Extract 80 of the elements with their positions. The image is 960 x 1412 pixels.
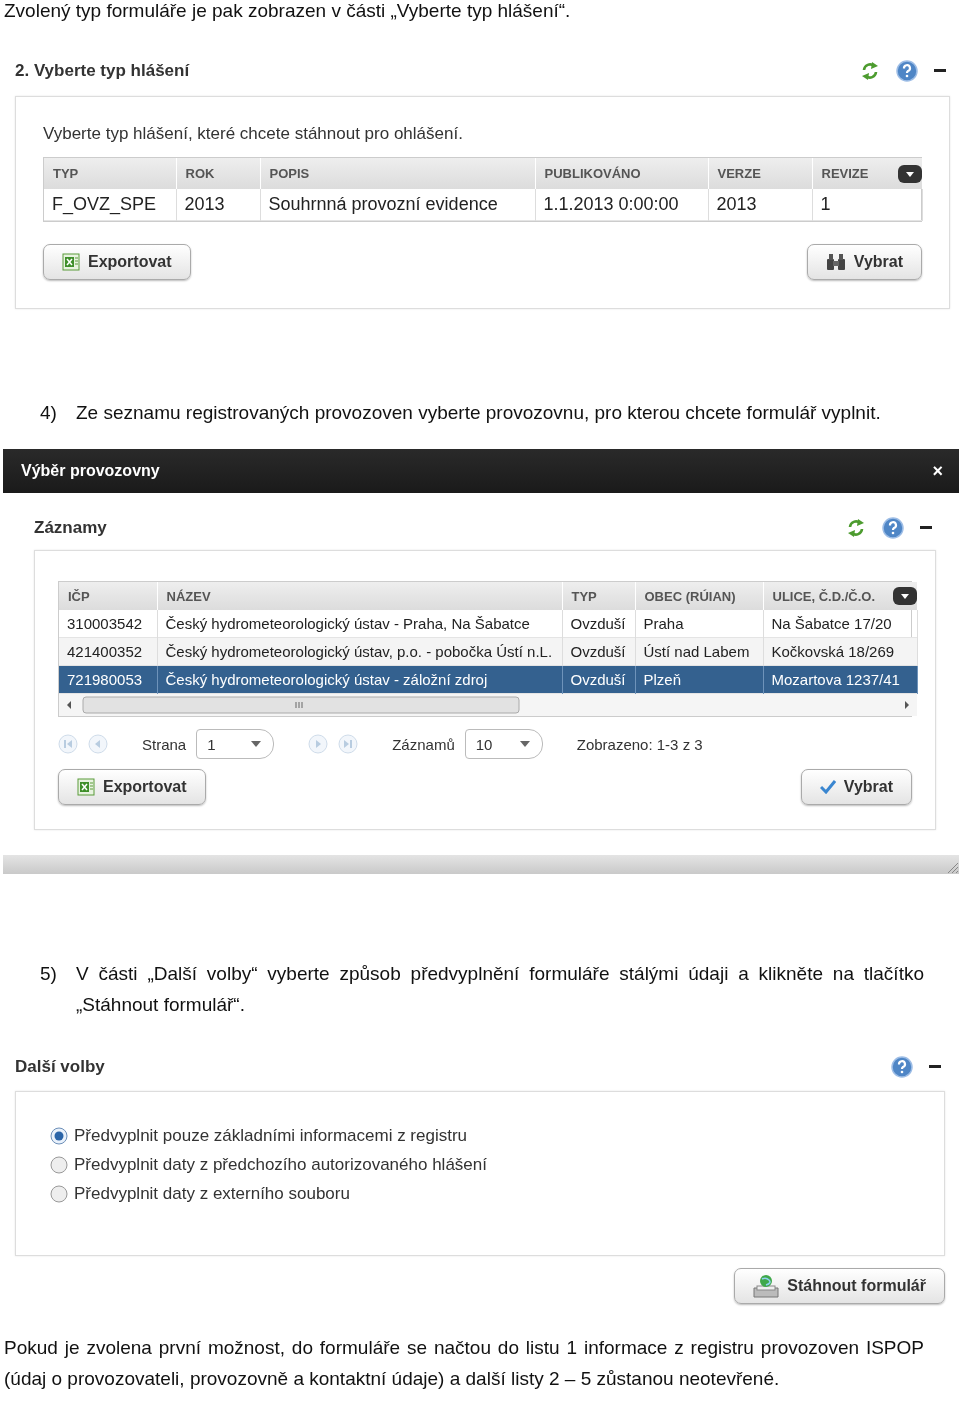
help-icon[interactable] [891, 1056, 913, 1078]
table-cell: Ovzduší [562, 610, 635, 638]
option-label[interactable]: Předvyplnit daty z externího souboru [74, 1183, 350, 1204]
table-cell: Ústí nad Labem [635, 637, 763, 666]
table-cell: Český hydrometeorologický ústav - Praha, Na Šabatce [157, 610, 562, 638]
table-cell: 1 [812, 189, 922, 221]
caret-icon [519, 741, 530, 747]
table-cell: 721980053 [59, 665, 157, 694]
table-cell: Mozartova 1237/41 [763, 665, 917, 694]
table-cell: 2013 [176, 189, 260, 221]
panel-description: Vyberte typ hlášení, které chcete stáhnout pro ohlášení. [43, 124, 464, 144]
caret-icon [251, 741, 262, 747]
column-header[interactable]: POPIS [269, 166, 310, 181]
pager-status: Zobrazeno: 1-3 z 3 [576, 735, 703, 753]
column-header[interactable]: TYP [53, 166, 79, 181]
select-button[interactable]: Vybrat [800, 769, 912, 805]
dialog-title: Výběr provozovny [21, 462, 160, 480]
table-cell: Praha [635, 610, 763, 638]
column-menu-icon[interactable] [892, 587, 917, 605]
close-button[interactable]: × [932, 460, 943, 482]
column-header[interactable]: VERZE [717, 166, 761, 181]
spreadsheet-icon [62, 253, 80, 271]
table-cell: Český hydrometeorologický ústav, p.o. - pobočka Ústí n.L. [157, 637, 562, 666]
radio-button[interactable] [50, 1184, 68, 1203]
panel-title: Další volby [15, 1057, 106, 1077]
binoculars-icon [825, 253, 846, 271]
table-cell: Na Šabatce 17/20 [763, 610, 917, 638]
table-cell: Ovzduší [562, 665, 635, 694]
resize-grip-icon[interactable] [945, 860, 959, 874]
pager-label: Záznamů [392, 735, 455, 753]
minimize-icon[interactable] [934, 69, 946, 73]
refresh-icon[interactable] [846, 518, 866, 538]
table-cell: F_OVZ_SPE [44, 189, 176, 221]
column-header[interactable]: IČP [68, 588, 90, 604]
table-cell: Plzeň [635, 665, 763, 694]
table-cell: Souhrnná provozní evidence [260, 189, 535, 221]
pager-label: Strana [142, 735, 187, 753]
horizontal-scrollbar[interactable] [59, 694, 917, 716]
option-label[interactable]: Předvyplnit daty z předchozího autorizovaného hlášení [74, 1154, 487, 1175]
dropdown-field[interactable]: 1 [196, 729, 275, 759]
list-number: 4) [40, 401, 58, 425]
table-cell: Ovzduší [562, 637, 635, 666]
table-cell: 421400352 [59, 637, 157, 666]
radio-button[interactable] [50, 1126, 68, 1145]
option-label[interactable]: Předvyplnit pouze základními informacemi z registru [74, 1125, 468, 1146]
table-cell: 2013 [708, 189, 812, 221]
panel-title: Záznamy [34, 518, 108, 538]
help-icon[interactable] [896, 60, 918, 82]
radio-button[interactable] [50, 1155, 68, 1174]
column-header[interactable]: PUBLIKOVÁNO [544, 166, 641, 181]
table-cell: 1.1.2013 0:00:00 [535, 189, 708, 221]
table-cell: 310003542 [59, 610, 157, 638]
paragraph: V části „Další volby“ vyberte způsob předvyplnění formuláře stálými údaji a klikněte na tlačítko „Stáhnout formulář“. [76, 962, 924, 1017]
download-button[interactable]: Stáhnout formulář [734, 1268, 945, 1304]
column-header[interactable]: OBEC (RÚIAN) [644, 588, 736, 604]
column-header[interactable]: TYP [571, 588, 597, 604]
dropdown-field[interactable]: 10 [464, 729, 543, 759]
selected-row[interactable]: 721980053 Český hydrometeorologický ústav - záložní zdroj Ovzduší Plzeň Mozartova 1237/41 [59, 665, 917, 694]
select-button[interactable]: Vybrat [806, 244, 922, 280]
paragraph: Ze seznamu registrovaných provozoven vyberte provozovnu, pro kterou chcete formulář vyplnit. [76, 401, 882, 425]
help-icon[interactable] [882, 517, 904, 539]
table-cell: Kočkovská 18/269 [763, 637, 917, 666]
column-header[interactable]: REVIZE [821, 166, 869, 181]
column-menu-icon[interactable] [897, 164, 922, 183]
export-button[interactable]: Exportovat [43, 244, 191, 280]
minimize-icon[interactable] [929, 1065, 941, 1069]
list-number: 5) [40, 962, 58, 986]
table-cell: Český hydrometeorologický ústav - záložní zdroj [157, 665, 562, 694]
checkmark-icon [819, 780, 836, 794]
column-header[interactable]: ULICE, Č.D./Č.O. [772, 588, 876, 604]
column-header[interactable]: NÁZEV [166, 588, 211, 604]
download-icon [753, 1274, 780, 1298]
spreadsheet-icon [77, 778, 95, 796]
paragraph: Pokud je zvolena první možnost, do formuláře se načtou do listu 1 informace z registru provozoven ISPOP (údaj o provozovateli, provozovně a kontaktní údaje) a další listy 2 – 5 zůstanou neotevřené. [4, 1336, 924, 1391]
export-button[interactable]: Exportovat [58, 769, 206, 805]
minimize-icon[interactable] [920, 526, 932, 530]
refresh-icon[interactable] [860, 61, 880, 81]
panel-title: 2. Vyberte typ hlášení [15, 61, 191, 81]
paragraph: Zvolený typ formuláře je pak zobrazen v části „Vyberte typ hlášení“. [4, 0, 572, 22]
column-header[interactable]: ROK [185, 166, 215, 181]
